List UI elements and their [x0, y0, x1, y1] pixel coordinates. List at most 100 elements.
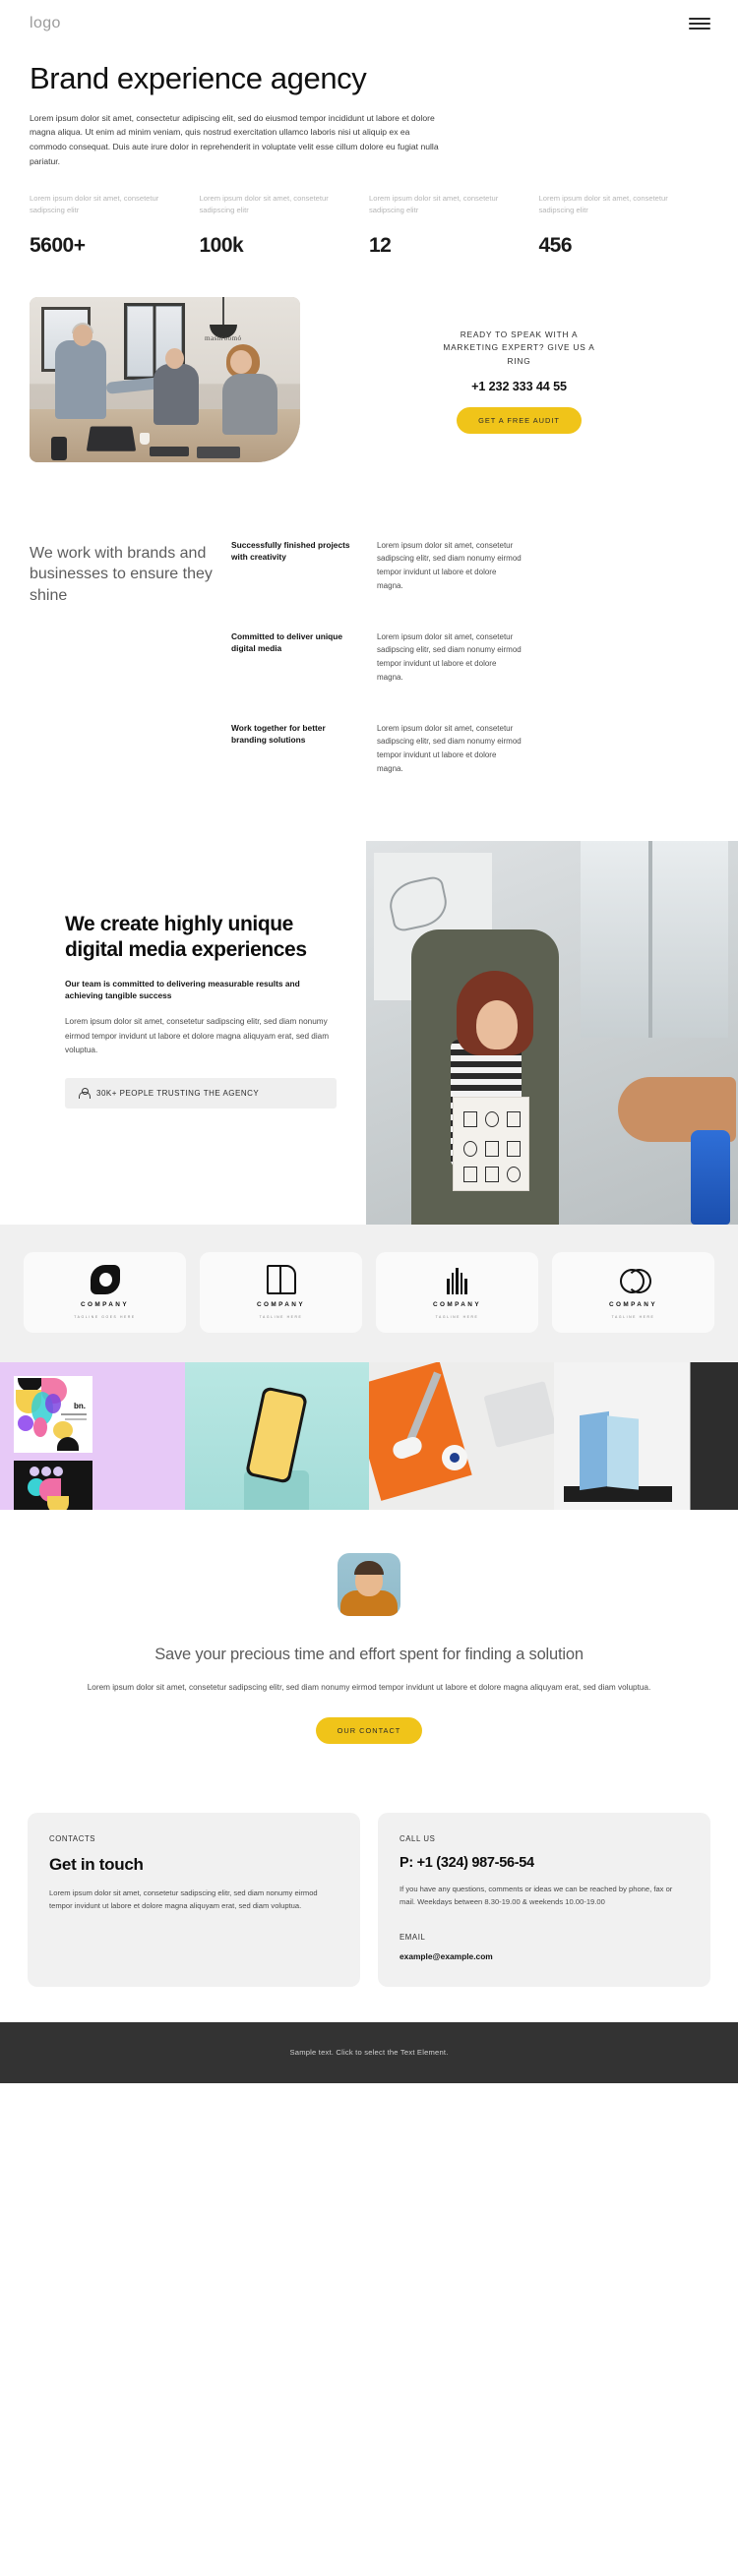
create-experiences-section: We create highly unique digital media ex…: [0, 840, 738, 1225]
stat-item: Lorem ipsum dolor sit amet, consetetur s…: [369, 193, 539, 258]
photo-person-face: [476, 999, 518, 1049]
photo-portfolio-book: [453, 1096, 529, 1191]
wave-lines-mark-icon: [443, 1265, 472, 1295]
photo-book-glyph: [463, 1110, 477, 1127]
call-us-card: CALL US P: +1 (324) 987-56-54 If you hav…: [378, 1812, 710, 1987]
call-us-phone[interactable]: P: +1 (324) 987-56-54: [400, 1855, 689, 1871]
logo-company-name: COMPANY: [433, 1301, 481, 1309]
logo-tagline: TAGLINE HERE: [259, 1315, 303, 1320]
double-circle-mark-icon: [619, 1265, 651, 1294]
photo-person-head: [230, 349, 252, 374]
paper-cards-image[interactable]: [553, 1361, 738, 1510]
stat-item: Lorem ipsum dolor sit amet, consetetur s…: [539, 193, 709, 258]
logo-card[interactable]: COMPANY TAGLINE HERE: [376, 1251, 538, 1333]
photo-book-glyph: [507, 1140, 521, 1157]
avatar: [338, 1552, 400, 1616]
logo-card[interactable]: COMPANY TAGLINE HERE: [200, 1251, 362, 1333]
gallery-keyboard: [482, 1380, 554, 1448]
save-time-section: Save your precious time and effort spent…: [0, 1509, 738, 1789]
email-label: EMAIL: [400, 1932, 426, 1942]
contacts-eyebrow: CONTACTS: [49, 1833, 96, 1843]
gallery-phone: [245, 1385, 309, 1484]
photo-blue-object: [691, 1129, 730, 1225]
logo-company-name: COMPANY: [257, 1301, 305, 1309]
stat-label: Lorem ipsum dolor sit amet, consetetur s…: [538, 193, 668, 214]
photo-book-glyph: [485, 1110, 499, 1127]
photo-book-glyph: [485, 1166, 499, 1182]
feature-text: Lorem ipsum dolor sit amet, consetetur s…: [377, 631, 522, 682]
cta-title: READY TO SPEAK WITH A MARKETING EXPERT? …: [443, 329, 595, 366]
gallery-orange-paper: [369, 1361, 472, 1501]
person-icon: [79, 1087, 91, 1099]
logo-card[interactable]: COMPANY TAGLINE HERE: [552, 1251, 714, 1333]
call-us-eyebrow: CALL US: [400, 1833, 436, 1843]
stat-item: Lorem ipsum dolor sit amet, consetetur s…: [200, 193, 370, 258]
logo-tagline: TAGLINE HERE: [611, 1315, 655, 1320]
contact-cards-section: CONTACTS Get in touch Lorem ipsum dolor …: [0, 1789, 738, 2022]
get-free-audit-button[interactable]: GET A FREE AUDIT: [457, 407, 582, 435]
stat-label: Lorem ipsum dolor sit amet, consetetur s…: [369, 193, 499, 214]
woman-with-portfolio-photo: [366, 840, 738, 1225]
photo-person-standing: [55, 339, 106, 419]
logo-card[interactable]: COMPANY TAGLINE GOES HERE: [24, 1251, 186, 1333]
photo-notebook: [150, 446, 189, 456]
feature-text: Lorem ipsum dolor sit amet, consetetur s…: [377, 540, 522, 590]
site-footer: Sample text. Click to select the Text El…: [0, 2021, 738, 2083]
stat-label: Lorem ipsum dolor sit amet, consetetur s…: [199, 193, 329, 214]
client-logos-band: COMPANY TAGLINE GOES HERE COMPANY TAGLIN…: [0, 1224, 738, 1362]
branding-cards-image[interactable]: bn.: [0, 1361, 185, 1510]
hero-photo-cta-section: mashroomó READY TO SPEAK WITH A MARKETIN…: [0, 258, 738, 462]
stat-item: Lorem ipsum dolor sit amet, consetetur s…: [30, 193, 200, 258]
gallery-tape: [442, 1444, 467, 1470]
team-meeting-photo: mashroomó: [30, 296, 300, 462]
logo-tagline: TAGLINE GOES HERE: [74, 1315, 136, 1320]
work-with-list: Successfully finished projects with crea…: [231, 539, 708, 776]
logo-tagline: TAGLINE HERE: [435, 1315, 479, 1320]
photo-book-glyph: [485, 1140, 499, 1157]
trust-badge-label: 30K+ PEOPLE TRUSTING THE AGENCY: [96, 1088, 260, 1098]
stat-label: Lorem ipsum dolor sit amet, consetetur s…: [30, 193, 159, 214]
photo-phone: [51, 436, 67, 460]
open-book-mark-icon: [266, 1265, 296, 1295]
burger-line: [689, 28, 710, 30]
cta-phone-number[interactable]: +1 232 333 44 55: [330, 380, 708, 393]
photo-pendant-lamp: [210, 296, 237, 338]
hamburger-menu-icon[interactable]: [689, 16, 710, 31]
photo-wall-sign: mashroomó: [205, 333, 242, 342]
photo-window: [581, 840, 728, 1038]
trust-badge: 30K+ PEOPLE TRUSTING THE AGENCY: [65, 1077, 337, 1108]
our-contact-button[interactable]: OUR CONTACT: [315, 1716, 423, 1744]
footer-text[interactable]: Sample text. Click to select the Text El…: [290, 2048, 449, 2057]
photo-book-glyph: [507, 1110, 521, 1127]
create-text-column: We create highly unique digital media ex…: [0, 841, 366, 1225]
site-logo[interactable]: logo: [30, 15, 61, 32]
photo-book-glyph: [463, 1140, 477, 1157]
phone-mockup-image[interactable]: [184, 1361, 369, 1510]
feature-title: Committed to deliver unique digital medi…: [231, 630, 343, 654]
hero-section: Brand experience agency Lorem ipsum dolo…: [0, 47, 738, 169]
list-item: Committed to deliver unique digital medi…: [231, 630, 708, 685]
desk-stationery-image[interactable]: [369, 1361, 554, 1510]
create-body-text: Lorem ipsum dolor sit amet, consetetur s…: [65, 1017, 330, 1055]
burger-line: [689, 18, 710, 20]
photo-laptop: [86, 426, 137, 451]
landing-page: logo Brand experience agency Lorem ipsum…: [0, 0, 738, 2083]
contacts-text: Lorem ipsum dolor sit amet, consetetur s…: [49, 1887, 318, 1911]
photo-person-head: [73, 324, 92, 346]
logo-company-name: COMPANY: [81, 1301, 129, 1309]
gallery-card-light: bn.: [14, 1375, 92, 1453]
photo-tablet: [197, 446, 240, 458]
create-title: We create highly unique digital media ex…: [65, 912, 307, 962]
hero-lead-text: Lorem ipsum dolor sit amet, consectetur …: [30, 112, 439, 166]
feature-text: Lorem ipsum dolor sit amet, consetetur s…: [377, 723, 522, 773]
email-value[interactable]: example@example.com: [400, 1951, 689, 1961]
call-us-text: If you have any questions, comments or i…: [400, 1884, 673, 1907]
stat-value: 456: [538, 233, 573, 257]
infinity-ring-mark-icon: [90, 1265, 120, 1295]
list-item: Work together for better branding soluti…: [231, 722, 708, 776]
contacts-title: Get in touch: [49, 1854, 144, 1874]
save-time-title: Save your precious time and effort spent…: [154, 1645, 584, 1663]
gallery-blue-card: [579, 1410, 609, 1490]
photo-person-seated: [154, 363, 199, 425]
site-header: logo: [0, 0, 738, 47]
